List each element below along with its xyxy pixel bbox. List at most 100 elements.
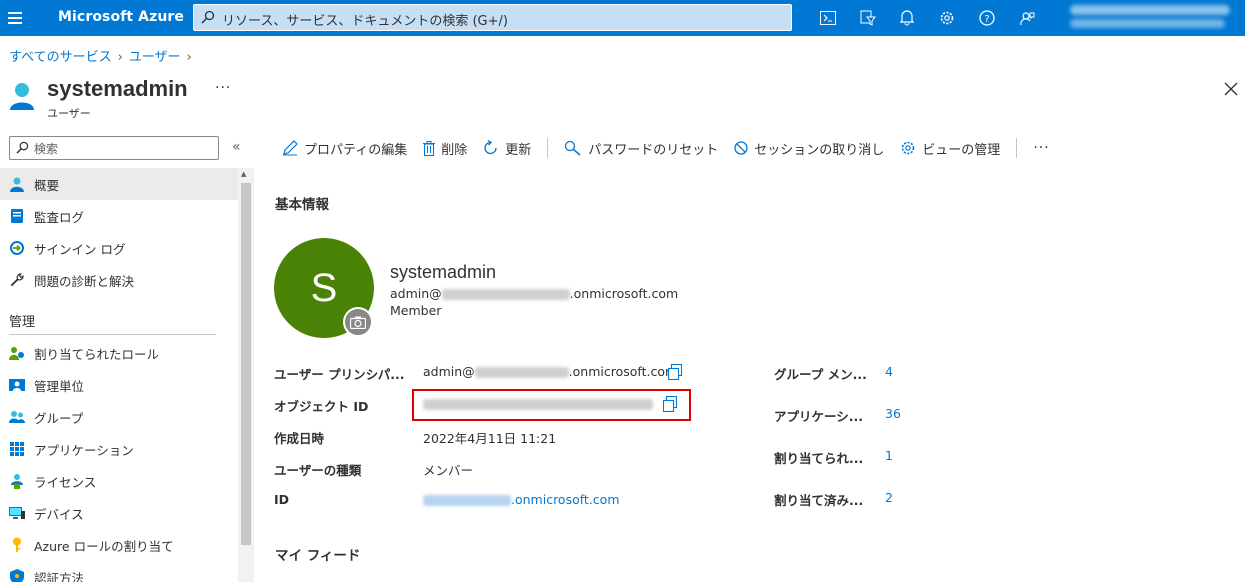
menu-icon[interactable] [8,9,22,27]
revoke-sessions-label: セッションの取り消し [754,142,885,158]
sidebar-item-label: ライセンス [34,474,97,490]
collapse-sidebar-button[interactable]: « [232,139,241,155]
cloud-shell-icon[interactable] [818,8,838,28]
key-search-icon [564,140,582,156]
assigned-roles-label: 割り当てられ... [774,451,864,466]
page-subtitle: ユーザー [47,107,91,120]
delete-label: 削除 [441,142,468,158]
sidebar-search-placeholder: 検索 [34,142,59,156]
admin-units-icon [9,377,25,393]
sidebar-item-auth-methods[interactable]: 認証方法 [0,561,238,582]
sidebar: 概要 監査ログ サインイン ログ 問題の診断と解決 管理 割り当てられたロール … [0,168,238,582]
notifications-icon[interactable] [897,8,917,28]
account-tenant-blur [1070,19,1225,28]
sidebar-item-label: サインイン ログ [34,241,126,257]
top-bar: Microsoft Azure リソース、サービス、ドキュメントの検索 (G+/… [0,0,1245,36]
email-prefix: admin@ [390,286,442,301]
assigned-licenses-label: 割り当て済み... [774,493,864,508]
breadcrumb-users[interactable]: ユーザー [129,50,181,65]
sidebar-item-label: Azure ロールの割り当て [34,538,174,554]
sidebar-item-diagnose[interactable]: 問題の診断と解決 [0,264,238,296]
profile-user-type: Member [390,303,442,318]
sidebar-item-admin-units[interactable]: 管理単位 [0,369,238,401]
my-feed-heading: マイ フィード [275,548,361,564]
feedback-icon[interactable] [1017,8,1037,28]
gear-icon [900,140,916,156]
shield-icon [9,569,25,582]
account-menu[interactable] [1060,3,1245,33]
chevron-right-icon: › [186,50,192,65]
refresh-button[interactable]: 更新 [483,139,531,158]
avatar-letter: S [310,265,338,310]
key-icon [9,537,25,553]
sidebar-item-assigned-roles[interactable]: 割り当てられたロール [0,337,238,369]
sidebar-item-label: グループ [34,410,84,426]
camera-icon [350,316,366,329]
roles-icon [9,345,25,361]
toolbar-separator [547,138,549,158]
redacted-text [441,289,570,300]
sidebar-item-applications[interactable]: アプリケーション [0,433,238,465]
group-memberships-label: グループ メン... [774,367,867,382]
delete-button[interactable]: 削除 [423,139,467,158]
profile-email: admin@ .onmicrosoft.com [390,286,678,301]
group-memberships-count[interactable]: 4 [885,364,893,379]
account-email-blur [1070,5,1230,15]
copy-upn-button[interactable] [668,364,682,380]
groups-icon [9,409,25,425]
sidebar-item-licenses[interactable]: ライセンス [0,465,238,497]
breadcrumb-all-services[interactable]: すべてのサービス [9,50,112,65]
edit-properties-button[interactable]: プロパティの編集 [282,139,407,158]
directory-filter-icon[interactable] [858,8,878,28]
search-icon [201,10,215,24]
sidebar-item-groups[interactable]: グループ [0,401,238,433]
search-icon [16,141,29,154]
object-id-highlight-box [412,389,691,421]
manage-view-button[interactable]: ビューの管理 [900,139,1000,158]
wrench-icon [9,272,25,288]
sidebar-item-audit-log[interactable]: 監査ログ [0,200,238,232]
revoke-sessions-button[interactable]: セッションの取り消し [734,139,884,158]
global-search-input[interactable]: リソース、サービス、ドキュメントの検索 (G+/) [193,4,792,31]
scroll-up-icon[interactable]: ▲ [241,170,246,178]
applications-count[interactable]: 36 [885,406,901,421]
reset-password-button[interactable]: パスワードのリセット [564,139,718,158]
sidebar-scroll-thumb[interactable] [241,183,251,545]
help-icon[interactable]: ? [977,8,997,28]
chevron-right-icon: › [117,50,123,65]
pencil-icon [282,140,298,156]
brand-title[interactable]: Microsoft Azure [58,9,184,25]
sidebar-item-azure-role-assignments[interactable]: Azure ロールの割り当て [0,529,238,561]
command-bar: プロパティの編集 削除 更新 パスワードのリセット セッションの取り消し ビュー… [282,137,1050,159]
assigned-licenses-count[interactable]: 2 [885,490,893,505]
reset-password-label: パスワードのリセット [588,142,719,158]
redacted-text [423,495,511,506]
settings-icon[interactable] [937,8,957,28]
sidebar-search-input[interactable]: 検索 [9,136,219,160]
upn-domain: .onmicrosoft.com [568,364,678,379]
device-icon [9,505,25,521]
id-value-link[interactable]: .onmicrosoft.com [423,492,620,507]
created-label: 作成日時 [274,431,325,446]
sidebar-item-overview[interactable]: 概要 [0,168,238,200]
email-domain: .onmicrosoft.com [569,286,679,301]
manage-view-label: ビューの管理 [922,142,1001,158]
svg-text:?: ? [984,14,989,25]
sidebar-item-label: 概要 [34,177,60,193]
assigned-roles-count[interactable]: 1 [885,448,893,463]
sidebar-item-label: デバイス [34,506,84,522]
created-value: 2022年4月11日 11:21 [423,431,557,446]
id-domain: .onmicrosoft.com [511,492,620,507]
change-photo-button[interactable] [343,307,373,337]
toolbar-more-button[interactable]: ··· [1033,140,1049,156]
object-id-label: オブジェクト ID [274,399,369,414]
applications-label: アプリケーシ... [774,409,863,424]
redacted-text [474,367,569,378]
sidebar-item-label: アプリケーション [34,442,134,458]
signin-log-icon [9,240,25,256]
more-options-button[interactable]: ··· [215,80,231,96]
close-icon[interactable] [1222,80,1240,98]
user-icon [9,176,25,192]
sidebar-item-devices[interactable]: デバイス [0,497,238,529]
sidebar-item-signin-log[interactable]: サインイン ログ [0,232,238,264]
